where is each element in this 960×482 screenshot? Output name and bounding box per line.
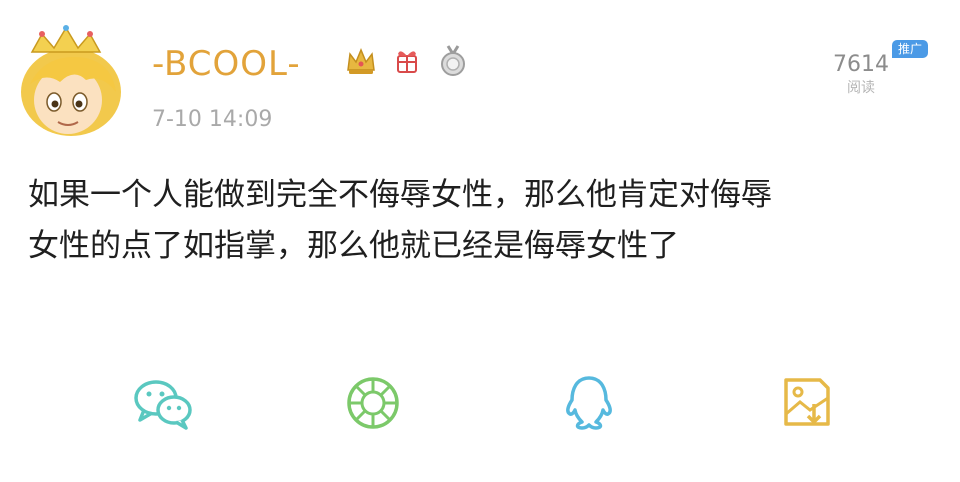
share-moments-button[interactable]	[340, 370, 406, 436]
save-image-icon	[784, 378, 830, 426]
gift-badge-icon[interactable]	[390, 44, 424, 78]
share-qq-button[interactable]	[556, 370, 622, 436]
medal-badge-icon[interactable]	[436, 44, 470, 78]
read-count: 7614	[833, 52, 889, 77]
read-label: 阅读	[847, 80, 875, 96]
read-stats: 7614 阅读	[826, 52, 896, 98]
username[interactable]: -BCOOL-	[152, 44, 301, 84]
moments-icon	[347, 377, 399, 429]
post-timestamp: 7-10 14:09	[152, 107, 273, 132]
badge-row	[344, 44, 470, 78]
post-card: -BCOOL- 7-10 14:09 7614 阅读 推广 如果一个人能做到完全…	[0, 0, 960, 482]
crown-badge-icon[interactable]	[344, 44, 378, 78]
qq-icon	[566, 376, 612, 430]
post-content: 如果一个人能做到完全不侮辱女性，那么他肯定对侮辱 女性的点了如指掌，那么他就已经…	[28, 177, 772, 264]
avatar[interactable]	[16, 22, 122, 140]
wechat-icon	[134, 380, 192, 430]
promote-button[interactable]: 推广	[892, 40, 929, 58]
save-image-button[interactable]	[774, 370, 840, 436]
share-wechat-button[interactable]	[130, 370, 196, 436]
